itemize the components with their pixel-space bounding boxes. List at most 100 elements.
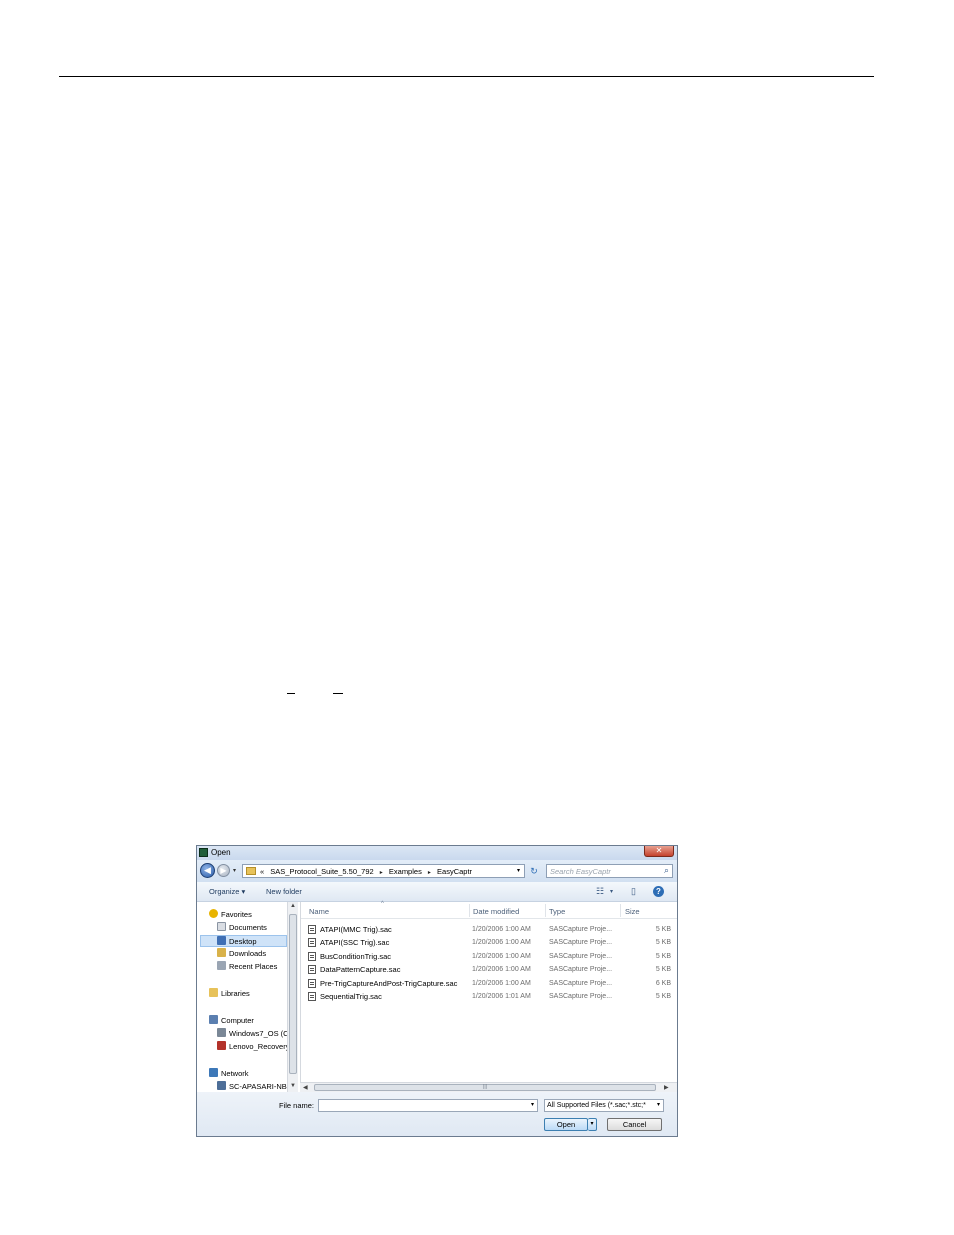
file-name: DataPatternCapture.sac	[320, 965, 401, 975]
breadcrumb-item[interactable]: Examples	[389, 867, 422, 876]
open-button[interactable]: Open	[544, 1118, 588, 1131]
dialog-footer: File name: ▾ All Supported Files (*.sac;…	[197, 1092, 677, 1136]
file-name: SequentialTrig.sac	[320, 992, 382, 1001]
sidebar-item-recent-places[interactable]: Recent Places	[217, 961, 277, 973]
sidebar-item-label: Network	[221, 1069, 249, 1078]
cancel-button[interactable]: Cancel	[607, 1118, 662, 1131]
open-options-button[interactable]: ▾	[588, 1118, 597, 1131]
file-icon	[308, 978, 316, 988]
search-input[interactable]	[550, 866, 655, 876]
view-options-icon[interactable]: ☷	[596, 886, 604, 897]
file-type-value: All Supported Files (*.sac;*.stc;*	[547, 1102, 646, 1109]
breadcrumb-separator-icon[interactable]: ▸	[380, 870, 383, 876]
file-name: ATAPI(MMC Trig).sac	[320, 925, 392, 934]
search-box[interactable]: ⌕	[546, 864, 673, 878]
horizontal-scrollbar[interactable]: ◀ ||| ▶	[300, 1082, 677, 1092]
breadcrumb-item[interactable]: SAS_Protocol_Suite_5.50_792	[270, 867, 373, 876]
sidebar-item-network[interactable]: Network	[209, 1068, 249, 1080]
new-folder-button[interactable]: New folder	[266, 887, 302, 896]
address-bar[interactable]: « SAS_Protocol_Suite_5.50_792 ▸ Examples…	[242, 864, 525, 878]
network-computer-icon	[217, 1081, 226, 1090]
underline-mark	[333, 693, 343, 694]
file-icon	[308, 938, 316, 948]
sidebar-item-label: Lenovo_Recovery	[229, 1042, 290, 1051]
file-name-input[interactable]	[321, 1101, 521, 1110]
scroll-left-icon[interactable]: ◀	[303, 1084, 308, 1091]
scrollbar-thumb[interactable]: |||	[314, 1084, 656, 1091]
column-header-type[interactable]: Type	[549, 907, 565, 916]
file-name: BusConditionTrig.sac	[320, 951, 392, 961]
file-size: 6 KB	[655, 979, 671, 987]
sidebar-item-lenovo-recovery[interactable]: Lenovo_Recovery	[217, 1041, 289, 1053]
scroll-down-icon[interactable]: ▼	[290, 1083, 296, 1089]
documents-icon	[217, 922, 226, 931]
column-header-row: ^ Name Date modified Type Size	[301, 901, 677, 919]
sidebar-item-sc-apasari-nb[interactable]: SC-APASARI-NB	[217, 1081, 287, 1092]
file-size: 5 KB	[655, 939, 671, 947]
file-row[interactable]: BusConditionTrig.sac 1/20/2006 1:00 AM SAS…	[306, 950, 671, 963]
dialog-title: Open	[211, 848, 231, 857]
file-list: ^ Name Date modified Type Size ATAPI(MMC…	[300, 901, 677, 1092]
search-icon[interactable]: ⌕	[664, 865, 669, 876]
column-divider[interactable]	[545, 904, 546, 917]
preview-pane-icon[interactable]: ▯	[631, 886, 636, 897]
sidebar-item-label: SC-APASARI-NB	[229, 1082, 287, 1091]
breadcrumb-item[interactable]: EasyCaptr	[437, 867, 472, 876]
file-date: 1/20/2006 1:00 AM	[472, 966, 531, 974]
sidebar-item-label: Computer	[221, 1016, 254, 1025]
forward-button[interactable]: ▶	[217, 864, 230, 877]
file-name-label: File name:	[279, 1101, 315, 1110]
column-header-date[interactable]: Date modified	[473, 907, 519, 916]
file-row[interactable]: Pre-TrigCaptureAndPost-TrigCapture.sac 1/…	[306, 977, 671, 990]
sidebar-item-desktop[interactable]: Desktop	[200, 935, 287, 947]
scrollbar-thumb[interactable]	[289, 914, 297, 1074]
refresh-button[interactable]: ↻	[527, 865, 541, 877]
open-dialog: Open ✕ ◀ ▶ ▾ « SAS_Protocol_Suite_5.50_7…	[196, 845, 678, 1137]
close-icon: ✕	[655, 846, 663, 855]
column-header-name[interactable]: Name	[309, 907, 329, 916]
file-type: SASCapture Proje...	[549, 993, 613, 1000]
recent-pages-dropdown-icon[interactable]: ▾	[233, 867, 236, 874]
column-divider[interactable]	[469, 904, 470, 917]
back-button[interactable]: ◀	[200, 863, 215, 878]
navigation-scrollbar[interactable]: ▲ ▼	[287, 902, 298, 1092]
help-icon[interactable]: ?	[653, 886, 664, 897]
file-icon	[308, 992, 316, 1001]
file-date: 1/20/2006 1:00 AM	[472, 952, 531, 960]
file-name-combobox[interactable]: ▾	[318, 1099, 538, 1112]
file-type-select[interactable]: All Supported Files (*.sac;*.stc;* ▾	[544, 1099, 664, 1112]
column-header-size[interactable]: Size	[625, 907, 640, 916]
file-row[interactable]: ATAPI(MMC Trig).sac 1/20/2006 1:00 AM SASC…	[306, 923, 671, 936]
address-dropdown-icon[interactable]: ▾	[517, 867, 520, 874]
column-divider[interactable]	[620, 904, 621, 917]
sidebar-item-documents[interactable]: Documents	[217, 922, 267, 934]
file-icon	[308, 925, 316, 934]
file-size: 5 KB	[655, 926, 671, 933]
file-type: SASCapture Proje...	[549, 952, 613, 960]
sidebar-item-downloads[interactable]: Downloads	[217, 948, 266, 960]
file-row[interactable]: SequentialTrig.sac 1/20/2006 1:01 AM SASCa…	[306, 990, 671, 1003]
scroll-right-icon[interactable]: ▶	[664, 1084, 669, 1091]
sidebar-item-label: Downloads	[229, 949, 267, 958]
chevron-down-icon: ▾	[590, 1121, 594, 1127]
file-date: 1/20/2006 1:00 AM	[472, 926, 531, 933]
file-row[interactable]: DataPatternCapture.sac 1/20/2006 1:00 AM S…	[306, 963, 671, 976]
file-date: 1/20/2006 1:00 AM	[472, 939, 531, 947]
chevron-down-icon[interactable]: ▾	[657, 1100, 660, 1111]
scroll-up-icon[interactable]: ▲	[290, 903, 296, 909]
sidebar-item-favorites[interactable]: Favorites	[209, 909, 252, 921]
breadcrumb-overflow[interactable]: «	[260, 867, 264, 876]
sidebar-item-label: Libraries	[221, 989, 250, 998]
file-type: SASCapture Proje...	[549, 939, 613, 947]
network-icon	[209, 1068, 218, 1077]
chevron-down-icon[interactable]: ▾	[531, 1101, 534, 1108]
view-dropdown-icon[interactable]: ▾	[610, 888, 613, 895]
sidebar-item-windows7-os[interactable]: Windows7_OS (C	[217, 1028, 289, 1040]
file-row[interactable]: ATAPI(SSC Trig).sac 1/20/2006 1:00 AM SASC…	[306, 936, 671, 949]
sidebar-item-computer[interactable]: Computer	[209, 1015, 254, 1027]
breadcrumb-separator-icon[interactable]: ▸	[428, 870, 431, 876]
refresh-icon: ↻	[530, 866, 538, 876]
close-button[interactable]: ✕	[644, 846, 674, 857]
organize-menu[interactable]: Organize ▾	[209, 887, 245, 896]
sidebar-item-libraries[interactable]: Libraries	[209, 988, 250, 1000]
